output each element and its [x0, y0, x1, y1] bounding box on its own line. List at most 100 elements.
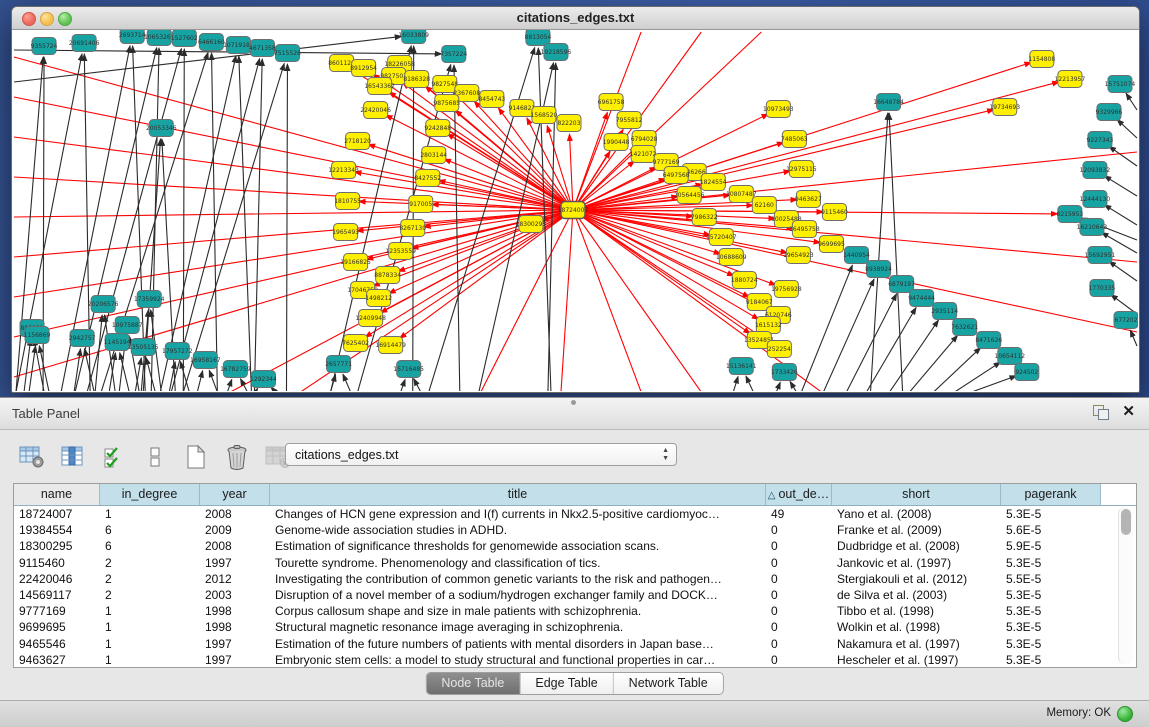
cell-year[interactable]: 2008 — [200, 538, 270, 554]
float-panel-button[interactable] — [1093, 405, 1109, 420]
cell-out_de[interactable]: 0 — [766, 603, 832, 619]
cell-title[interactable]: Tourette syndrome. Phenomenology and cla… — [270, 555, 766, 571]
cell-in_degree[interactable]: 6 — [100, 538, 200, 554]
cell-name[interactable]: 9115460 — [14, 555, 100, 571]
table-row[interactable]: 2242004622012Investigating the contribut… — [14, 571, 1136, 587]
cell-out_de[interactable]: 0 — [766, 571, 832, 587]
clear-selection-button[interactable] — [141, 444, 169, 470]
cell-short[interactable]: Hescheler et al. (1997) — [832, 652, 1001, 668]
cell-in_degree[interactable]: 2 — [100, 555, 200, 571]
cell-short[interactable]: Stergiakouli et al. (2012) — [832, 571, 1001, 587]
table-settings-button[interactable] — [18, 444, 46, 470]
cell-pagerank[interactable]: 5.6E-5 — [1001, 522, 1101, 538]
cell-short[interactable]: Nakamura et al. (1997) — [832, 636, 1001, 652]
cell-short[interactable]: Jankovic et al. (1997) — [832, 555, 1001, 571]
cell-out_de[interactable]: 49 — [766, 506, 832, 522]
cell-name[interactable]: 9699695 — [14, 619, 100, 635]
cell-out_de[interactable]: 0 — [766, 587, 832, 603]
cell-pagerank[interactable]: 5.5E-5 — [1001, 571, 1101, 587]
cell-pagerank[interactable]: 5.3E-5 — [1001, 587, 1101, 603]
table-row[interactable]: 1830029562008Estimation of significance … — [14, 538, 1136, 554]
column-header-short[interactable]: short — [832, 484, 1001, 505]
cell-year[interactable]: 2008 — [200, 506, 270, 522]
cell-year[interactable]: 2003 — [200, 587, 270, 603]
cell-short[interactable]: de Silva et al. (2003) — [832, 587, 1001, 603]
cell-out_de[interactable]: 0 — [766, 652, 832, 668]
table-row[interactable]: 946362711997Embryonic stem cells: a mode… — [14, 652, 1136, 668]
table-row[interactable]: 911546021997Tourette syndrome. Phenomeno… — [14, 555, 1136, 571]
cell-name[interactable]: 14569117 — [14, 587, 100, 603]
cell-title[interactable]: Genome-wide association studies in ADHD. — [270, 522, 766, 538]
cell-out_de[interactable]: 0 — [766, 619, 832, 635]
scrollbar-thumb[interactable] — [1121, 509, 1131, 535]
cell-year[interactable]: 2012 — [200, 571, 270, 587]
new-table-button[interactable] — [182, 444, 210, 470]
cell-pagerank[interactable]: 5.3E-5 — [1001, 636, 1101, 652]
cell-in_degree[interactable]: 1 — [100, 603, 200, 619]
cell-in_degree[interactable]: 2 — [100, 571, 200, 587]
cell-pagerank[interactable]: 5.9E-5 — [1001, 538, 1101, 554]
cell-in_degree[interactable]: 1 — [100, 506, 200, 522]
column-header-name[interactable]: name — [14, 484, 100, 505]
cell-title[interactable]: Investigating the contribution of common… — [270, 571, 766, 587]
table-row[interactable]: 946554611997Estimation of the future num… — [14, 636, 1136, 652]
close-panel-button[interactable]: ✕ — [1122, 403, 1135, 421]
show-columns-button[interactable] — [59, 444, 87, 470]
cell-title[interactable]: Estimation of significance thresholds fo… — [270, 538, 766, 554]
column-header-in_degree[interactable]: in_degree — [100, 484, 200, 505]
column-header-title[interactable]: title — [270, 484, 766, 505]
cell-short[interactable]: Wolkin et al. (1998) — [832, 619, 1001, 635]
table-vertical-scrollbar[interactable] — [1118, 507, 1133, 664]
cell-name[interactable]: 18300295 — [14, 538, 100, 554]
cell-name[interactable]: 22420046 — [14, 571, 100, 587]
cell-title[interactable]: Estimation of the future numbers of pati… — [270, 636, 766, 652]
tab-network-table[interactable]: Network Table — [614, 673, 723, 694]
column-header-pagerank[interactable]: pagerank — [1001, 484, 1101, 505]
cell-short[interactable]: Yano et al. (2008) — [832, 506, 1001, 522]
cell-title[interactable]: Structural magnetic resonance image aver… — [270, 619, 766, 635]
cell-name[interactable]: 9465546 — [14, 636, 100, 652]
cell-year[interactable]: 1998 — [200, 603, 270, 619]
cell-year[interactable]: 1997 — [200, 652, 270, 668]
table-row[interactable]: 1938455462009Genome-wide association stu… — [14, 522, 1136, 538]
cell-pagerank[interactable]: 5.3E-5 — [1001, 652, 1101, 668]
cell-out_de[interactable]: 0 — [766, 538, 832, 554]
cell-title[interactable]: Disruption of a novel member of a sodium… — [270, 587, 766, 603]
window-titlebar[interactable]: citations_edges.txt — [12, 7, 1139, 30]
cell-title[interactable]: Changes of HCN gene expression and I(f) … — [270, 506, 766, 522]
network-view-canvas[interactable]: 1830029586011288912954182260589827503165… — [13, 30, 1138, 391]
cell-short[interactable]: Franke et al. (2009) — [832, 522, 1001, 538]
column-header-out_de[interactable]: △out_de… — [766, 484, 832, 505]
cell-out_de[interactable]: 0 — [766, 555, 832, 571]
table-row[interactable]: 977716911998Corpus callosum shape and si… — [14, 603, 1136, 619]
cell-name[interactable]: 9463627 — [14, 652, 100, 668]
cell-title[interactable]: Embryonic stem cells: a model to study s… — [270, 652, 766, 668]
cell-pagerank[interactable]: 5.3E-5 — [1001, 603, 1101, 619]
cell-in_degree[interactable]: 1 — [100, 652, 200, 668]
cell-pagerank[interactable]: 5.3E-5 — [1001, 555, 1101, 571]
cell-pagerank[interactable]: 5.3E-5 — [1001, 619, 1101, 635]
select-all-rows-button[interactable] — [100, 444, 128, 470]
cell-in_degree[interactable]: 2 — [100, 587, 200, 603]
table-row[interactable]: 1456911722003Disruption of a novel membe… — [14, 587, 1136, 603]
tab-edge-table[interactable]: Edge Table — [520, 673, 613, 694]
cell-year[interactable]: 1997 — [200, 636, 270, 652]
column-header-year[interactable]: year — [200, 484, 270, 505]
cell-pagerank[interactable]: 5.3E-5 — [1001, 506, 1101, 522]
table-row[interactable]: 969969511998Structural magnetic resonanc… — [14, 619, 1136, 635]
cell-short[interactable]: Dudbridge et al. (2008) — [832, 538, 1001, 554]
cell-title[interactable]: Corpus callosum shape and size in male p… — [270, 603, 766, 619]
table-selector-dropdown[interactable]: citations_edges.txt ▲▼ — [285, 443, 677, 466]
cell-year[interactable]: 1998 — [200, 619, 270, 635]
cell-name[interactable]: 18724007 — [14, 506, 100, 522]
cell-out_de[interactable]: 0 — [766, 636, 832, 652]
delete-table-button[interactable] — [223, 444, 251, 470]
cell-in_degree[interactable]: 1 — [100, 619, 200, 635]
cell-in_degree[interactable]: 1 — [100, 636, 200, 652]
cell-in_degree[interactable]: 6 — [100, 522, 200, 538]
tab-node-table[interactable]: Node Table — [426, 673, 520, 694]
cell-year[interactable]: 2009 — [200, 522, 270, 538]
cell-out_de[interactable]: 0 — [766, 522, 832, 538]
cell-name[interactable]: 19384554 — [14, 522, 100, 538]
cell-name[interactable]: 9777169 — [14, 603, 100, 619]
